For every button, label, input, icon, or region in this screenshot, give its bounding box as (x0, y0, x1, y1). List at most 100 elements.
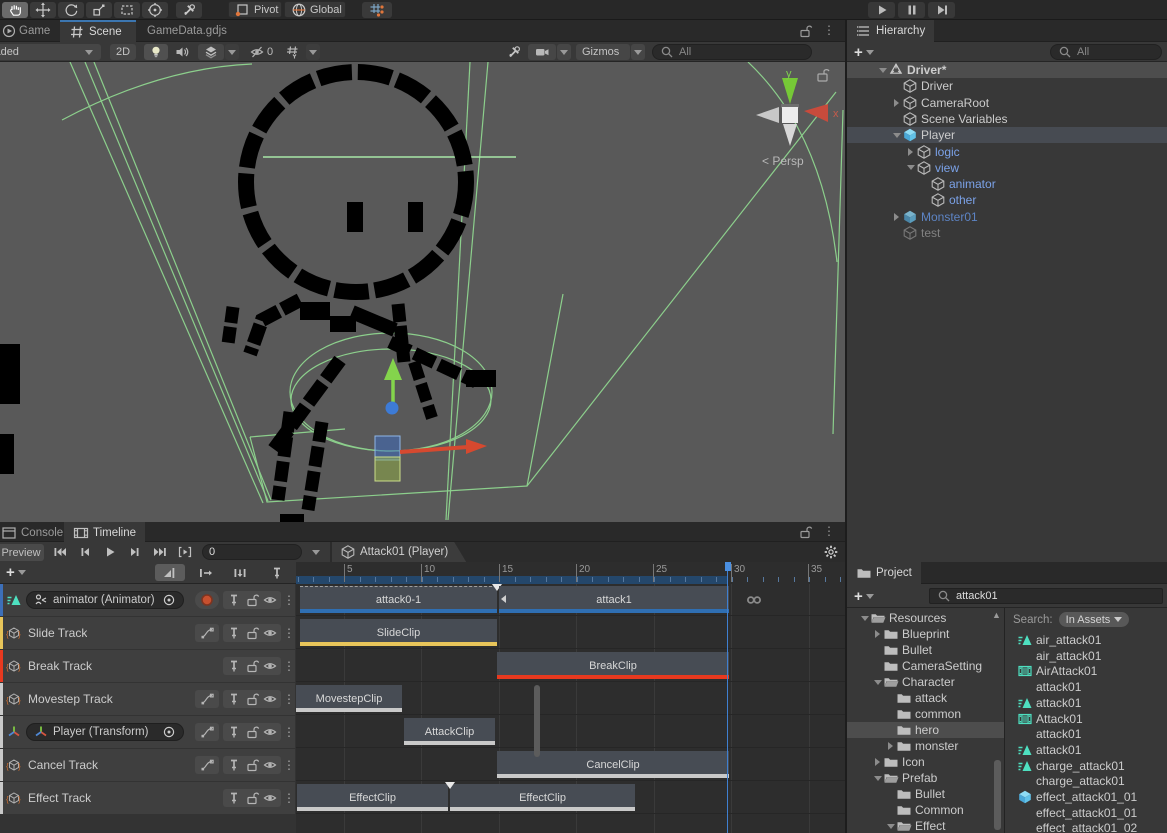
track-header-movestep-track[interactable]: {}Movestep Track⋮ (0, 683, 295, 715)
clip-attack1[interactable]: attack1 (499, 586, 729, 613)
play-button[interactable] (868, 2, 895, 18)
rect-tool[interactable] (114, 2, 140, 18)
frame-field-dropdown[interactable] (308, 544, 324, 561)
draw-mode-dropdown[interactable]: Shaded (0, 44, 101, 60)
project-folder-resources[interactable]: Resources (847, 610, 1004, 626)
scene-visibility-toggle[interactable]: 0 (244, 44, 278, 60)
hierarchy-item-view[interactable]: view (847, 160, 1167, 176)
pause-button[interactable] (898, 2, 925, 18)
tab-timeline[interactable]: Timeline (64, 522, 145, 544)
grid-dropdown[interactable] (306, 44, 320, 60)
mute-button[interactable] (262, 625, 278, 641)
project-folder-attack[interactable]: attack (847, 690, 1004, 706)
pin-button[interactable] (226, 592, 242, 608)
previous-frame-button[interactable] (73, 544, 97, 560)
project-folder-blueprint[interactable]: Blueprint (847, 626, 1004, 642)
hierarchy-item-scene-variables[interactable]: Scene Variables (847, 111, 1167, 127)
result-item-8[interactable]: charge_attack01 (1005, 758, 1167, 774)
create-object-button[interactable]: + (854, 45, 874, 60)
timeline-settings-button[interactable] (823, 544, 839, 560)
breadcrumb[interactable]: Attack01 (Player) (332, 542, 466, 562)
camera-dropdown[interactable] (557, 44, 571, 60)
result-item-0[interactable]: air_attack01 (1005, 632, 1167, 648)
hand-tool[interactable] (2, 2, 28, 18)
2d-toggle[interactable]: 2D (110, 44, 136, 60)
expand-arrow[interactable] (872, 758, 883, 766)
result-item-3[interactable]: attack01 (1005, 679, 1167, 695)
mute-button[interactable] (262, 757, 278, 773)
result-item-6[interactable]: attack01 (1005, 726, 1167, 742)
add-track-button[interactable]: + (6, 565, 26, 580)
expand-arrow[interactable] (872, 776, 883, 781)
project-folder-common[interactable]: Common (847, 802, 1004, 818)
project-folder-prefab[interactable]: Prefab (847, 770, 1004, 786)
scene-search-input[interactable]: All (652, 44, 812, 60)
tab-game[interactable]: Game (0, 20, 59, 42)
grid-visibility-button[interactable] (281, 44, 305, 60)
axis-y-label[interactable]: y (786, 68, 792, 80)
expand-arrow[interactable] (885, 742, 896, 750)
persp-label[interactable]: < Persp (762, 154, 804, 168)
track-menu-button[interactable]: ⋮ (283, 659, 293, 673)
track-header-player-transform-[interactable]: Player (Transform)⋮ (0, 716, 295, 748)
tree-scroll-up[interactable]: ▲ (992, 610, 1001, 620)
project-tree-scrollbar[interactable] (994, 760, 1001, 830)
expand-arrow[interactable] (872, 680, 883, 685)
project-folder-hero[interactable]: hero (847, 722, 1004, 738)
project-folder-icon[interactable]: Icon (847, 754, 1004, 770)
expand-arrow[interactable] (872, 630, 883, 638)
mute-button[interactable] (262, 592, 278, 608)
result-item-2[interactable]: AirAttack01 (1005, 663, 1167, 679)
go-to-end-button[interactable] (148, 544, 172, 560)
record-button[interactable] (195, 591, 219, 609)
scene-tools-button[interactable] (502, 44, 526, 60)
pin-button[interactable] (226, 658, 242, 674)
timeline-ruler[interactable]: 5101520253035 (296, 562, 845, 584)
result-item-1[interactable]: air_attack01 (1005, 648, 1167, 664)
mute-button[interactable] (262, 691, 278, 707)
project-search-input[interactable]: attack01 (929, 588, 1163, 604)
track-header-break-track[interactable]: {}Break Track⋮ (0, 650, 295, 682)
grid-snap-button[interactable] (362, 2, 392, 18)
transform-tool[interactable] (142, 2, 168, 18)
hierarchy-item-animator[interactable]: animator (847, 176, 1167, 192)
track-menu-button[interactable]: ⋮ (283, 692, 293, 706)
track-menu-button[interactable]: ⋮ (283, 791, 293, 805)
expand-arrow[interactable] (885, 824, 896, 829)
rotate-tool[interactable] (58, 2, 84, 18)
custom-tool[interactable] (176, 2, 202, 18)
pin-button[interactable] (226, 757, 242, 773)
result-item-10[interactable]: effect_attack01_01 (1005, 789, 1167, 805)
clip-attack0-1[interactable]: attack0-1 (300, 586, 497, 613)
go-to-start-button[interactable] (48, 544, 72, 560)
ripple-mode-button[interactable] (190, 564, 220, 581)
clip-marker[interactable] (445, 782, 455, 789)
mute-button[interactable] (262, 724, 278, 740)
object-picker-icon[interactable] (161, 592, 177, 608)
track-binding-field[interactable]: Player (Transform) (26, 723, 184, 741)
track-menu-button[interactable]: ⋮ (283, 593, 293, 607)
expand-arrow[interactable] (891, 213, 902, 221)
replace-mode-button[interactable] (225, 564, 255, 581)
track-header-animator-animator-[interactable]: animator (Animator)⋮ (0, 584, 295, 616)
tab-hierarchy[interactable]: Hierarchy (847, 20, 934, 42)
gizmos-dropdown[interactable]: Gizmos (576, 44, 630, 60)
mute-button[interactable] (262, 658, 278, 674)
expand-arrow[interactable] (891, 99, 902, 107)
object-picker-icon[interactable] (161, 724, 177, 740)
unlock-icon[interactable] (797, 23, 813, 39)
preview-toggle[interactable]: Preview (0, 544, 44, 561)
unlock-icon[interactable] (797, 524, 813, 540)
project-folder-character[interactable]: Character (847, 674, 1004, 690)
mix-mode-button[interactable] (155, 564, 185, 581)
track-header-effect-track[interactable]: {}Effect Track⋮ (0, 782, 295, 814)
effects-dropdown[interactable] (225, 44, 239, 60)
tab-scene[interactable]: Scene (60, 20, 136, 42)
play-range-button[interactable] (173, 544, 197, 560)
expand-arrow[interactable] (905, 165, 916, 170)
kebab-menu-icon[interactable]: ⋮ (823, 524, 835, 540)
pin-button[interactable] (226, 625, 242, 641)
lighting-toggle[interactable] (144, 44, 168, 60)
kebab-menu-icon[interactable]: ⋮ (823, 23, 835, 39)
result-item-7[interactable]: attack01 (1005, 742, 1167, 758)
